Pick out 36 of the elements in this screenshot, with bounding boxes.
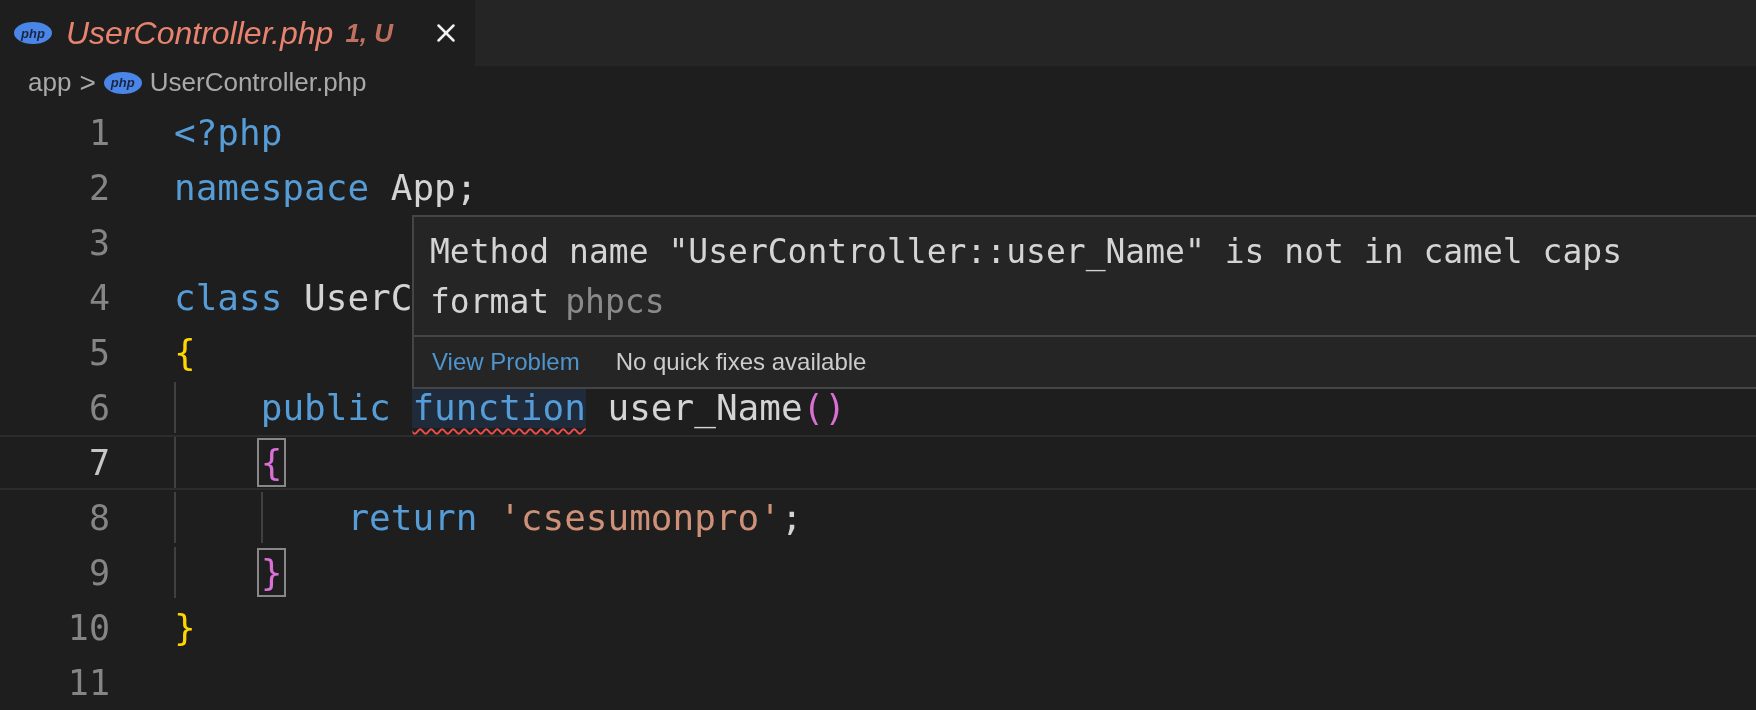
php-file-icon: php <box>103 71 142 94</box>
code-token: { <box>174 332 196 373</box>
line-number: 4 <box>87 277 110 318</box>
breadcrumb-item[interactable]: app <box>28 67 72 98</box>
code-token: UserC <box>304 277 413 318</box>
editor-tab[interactable]: php UserController.php 1, U <box>0 0 475 66</box>
line-number: 2 <box>87 167 110 208</box>
line-number: 1 <box>87 112 110 153</box>
breadcrumb-separator: > <box>79 66 96 99</box>
code-token: } <box>174 607 196 648</box>
line-number: 5 <box>87 332 110 373</box>
php-file-icon: php <box>14 22 52 44</box>
line-number: 9 <box>87 552 110 593</box>
line-number: 3 <box>87 222 110 263</box>
code-token: <?php <box>174 112 283 153</box>
quick-fix-note: No quick fixes available <box>615 348 867 376</box>
code-token: user_Name <box>607 387 803 428</box>
view-problem-link[interactable]: View Problem <box>432 348 580 376</box>
code-token: namespace <box>174 167 370 208</box>
tab-label: UserController.php <box>66 14 334 52</box>
code-token: App; <box>390 167 478 208</box>
code-token: class <box>174 277 283 318</box>
code-token: function <box>412 387 586 428</box>
line-number: 11 <box>66 662 110 703</box>
code-token: return <box>347 497 478 538</box>
breadcrumb-item[interactable]: UserController.php <box>149 67 367 98</box>
code-token: () <box>802 387 846 428</box>
line-number: 7 <box>87 442 110 483</box>
line-number: 8 <box>87 497 110 538</box>
problem-message: Method name "UserController::user_Name" is not in camel caps format phpcs <box>430 231 1624 323</box>
line-number: 6 <box>87 387 110 428</box>
tab-status: 1, U <box>345 17 394 49</box>
line-number: 10 <box>66 607 110 648</box>
code-token: public <box>260 387 391 428</box>
code-token: ; <box>780 497 803 538</box>
code-token: 'csesumonpro' <box>499 497 781 538</box>
